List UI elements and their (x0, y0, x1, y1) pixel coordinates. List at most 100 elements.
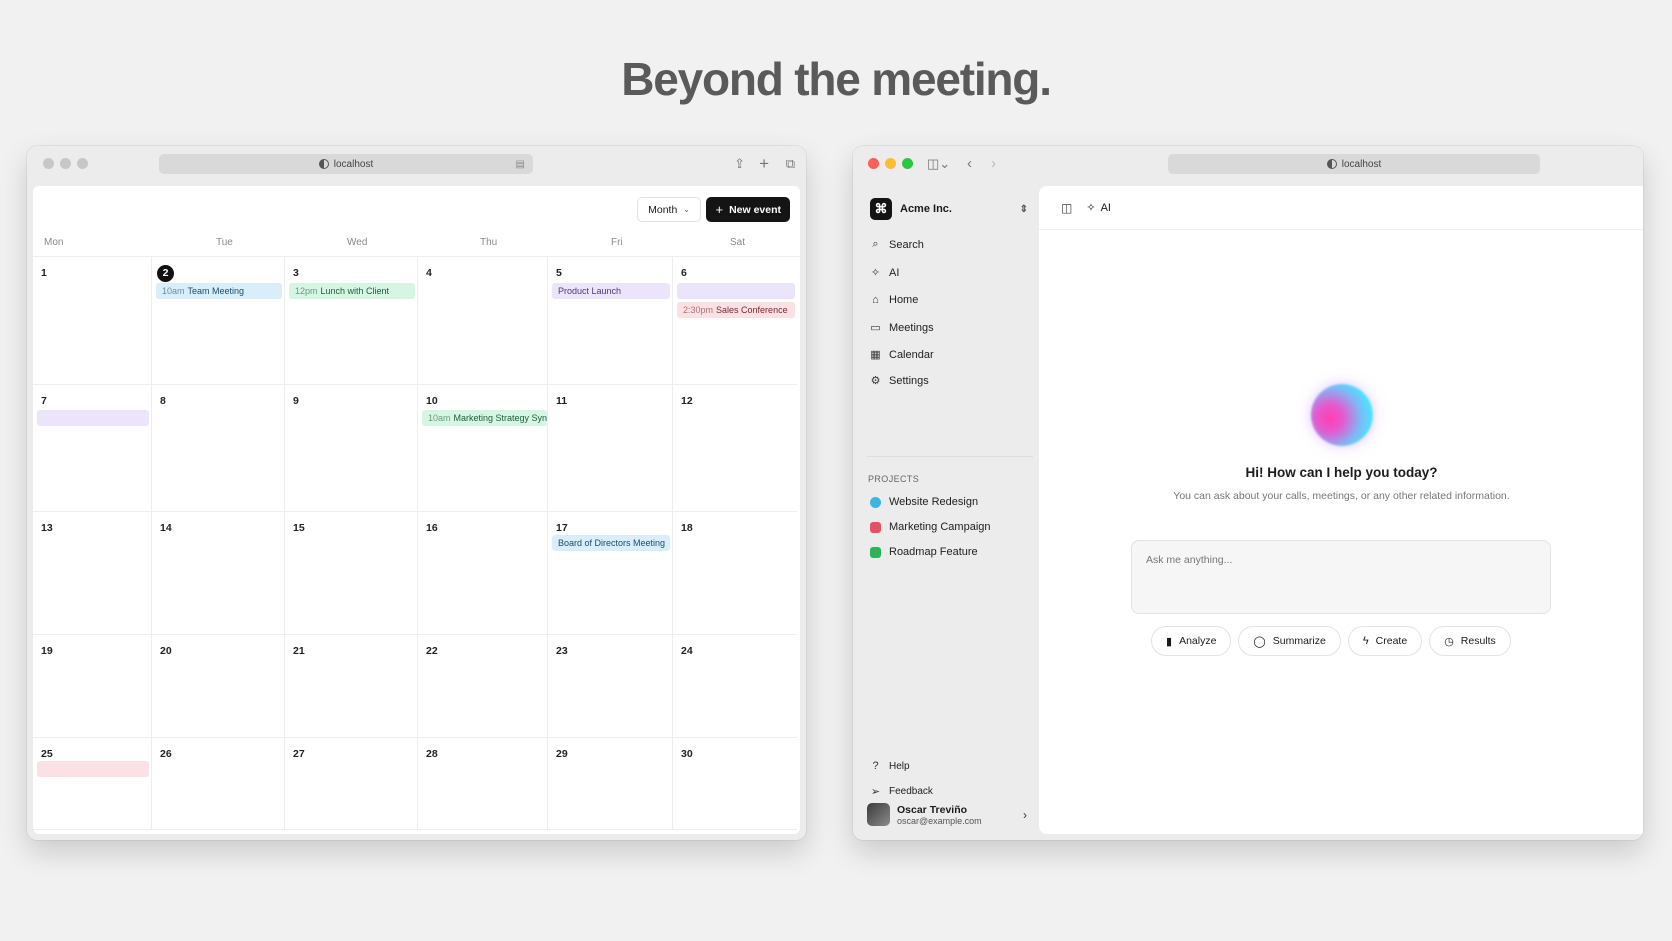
day-number: 5 (556, 267, 562, 279)
project-marketing-campaign[interactable]: Marketing Campaign (870, 521, 991, 533)
address-bar[interactable]: localhost (1168, 154, 1540, 174)
day-cell[interactable]: 3 12pm Lunch with Client (285, 257, 418, 385)
day-number: 7 (41, 395, 47, 407)
nav-label: Calendar (889, 348, 934, 361)
create-button[interactable]: ϟ Create (1347, 626, 1423, 656)
day-cell[interactable]: 11 (548, 385, 673, 512)
org-switcher[interactable]: ⌘ Acme Inc. ⇕ (870, 197, 1028, 221)
project-roadmap-feature[interactable]: Roadmap Feature (870, 546, 978, 558)
minimize-dot[interactable] (885, 158, 896, 169)
nav-item-settings[interactable]: ⚙ Settings (870, 374, 929, 388)
day-cell[interactable]: 21 (285, 635, 418, 738)
address-bar[interactable]: localhost ▤ (159, 154, 533, 174)
day-cell[interactable]: 26 (152, 738, 285, 830)
day-cell[interactable]: 16 (418, 512, 548, 635)
event-chip[interactable]: Product Launch (552, 283, 670, 299)
day-cell[interactable]: 4 (418, 257, 548, 385)
day-number: 10 (426, 395, 438, 407)
day-cell[interactable]: 6 2:30pm Sales Conference (673, 257, 797, 385)
event-title: Product Launch (558, 286, 622, 296)
day-cell[interactable]: 18 (673, 512, 797, 635)
minimize-dot[interactable] (60, 158, 71, 169)
settings-sliders-icon: ⚙ (870, 375, 881, 387)
day-cell[interactable]: 7 (33, 385, 152, 512)
day-cell[interactable]: 19 (33, 635, 152, 738)
day-number: 16 (426, 522, 438, 534)
day-number: 22 (426, 645, 438, 657)
day-cell[interactable]: 9 (285, 385, 418, 512)
zoom-dot[interactable] (77, 158, 88, 169)
nav-item-ai[interactable]: ✧ AI (870, 266, 900, 280)
new-tab-icon[interactable]: + (759, 155, 769, 173)
day-cell[interactable]: 28 (418, 738, 548, 830)
nav-item-help[interactable]: ? Help (870, 760, 909, 772)
new-event-button[interactable]: + New event (706, 197, 790, 222)
day-cell[interactable]: 23 (548, 635, 673, 738)
user-menu[interactable]: Oscar Treviño oscar@example.com › (867, 803, 1027, 826)
month-grid: 1 2 10am Team Meeting 3 12pm Lunch with Cl… (33, 256, 800, 834)
window-controls[interactable] (868, 158, 913, 169)
day-cell[interactable]: 25 (33, 738, 152, 830)
event-chip[interactable]: 10am Team Meeting (156, 283, 282, 299)
project-badge-icon (870, 496, 881, 508)
address-text: localhost (1341, 158, 1382, 170)
close-dot[interactable] (43, 158, 54, 169)
day-cell[interactable]: 8 (152, 385, 285, 512)
day-cell[interactable]: 13 (33, 512, 152, 635)
results-button[interactable]: ◷ Results (1429, 626, 1511, 656)
analyze-button[interactable]: ▮ Analyze (1151, 626, 1232, 656)
event-chip[interactable]: 2:30pm Sales Conference (677, 302, 795, 318)
nav-item-feedback[interactable]: ➢ Feedback (870, 785, 933, 798)
day-number: 27 (293, 748, 305, 760)
tabs-overview-icon[interactable]: ⧉ (786, 155, 795, 173)
event-continuation-bar[interactable] (37, 761, 149, 777)
event-chip[interactable]: 12pm Lunch with Client (289, 283, 415, 299)
day-cell[interactable]: 17 Board of Directors Meeting (548, 512, 673, 635)
day-cell[interactable]: 30 (673, 738, 797, 830)
chip-label: Create (1375, 635, 1408, 647)
nav-label: Feedback (889, 786, 933, 797)
day-cell[interactable]: 29 (548, 738, 673, 830)
weekday-header-wed: Wed (347, 237, 368, 248)
day-cell[interactable]: 15 (285, 512, 418, 635)
event-continuation-bar[interactable] (677, 283, 795, 299)
panel-toggle-icon[interactable]: ◫ (1061, 201, 1072, 215)
day-cell[interactable]: 24 (673, 635, 797, 738)
day-cell-today[interactable]: 2 10am Team Meeting (152, 257, 285, 385)
breadcrumb-label: AI (1100, 201, 1111, 214)
day-cell[interactable]: 14 (152, 512, 285, 635)
event-chip[interactable]: Board of Directors Meeting (552, 535, 670, 551)
event-chip[interactable]: 10am Marketing Strategy Sync (422, 410, 547, 426)
event-continuation-bar[interactable] (37, 410, 149, 426)
day-cell[interactable]: 1 (33, 257, 152, 385)
day-cell[interactable]: 20 (152, 635, 285, 738)
nav-item-calendar[interactable]: ▦ Calendar (870, 348, 934, 362)
sidebar-toggle-icon[interactable]: ◫⌄ (927, 155, 950, 173)
bar-chart-icon: ▮ (1166, 635, 1173, 648)
ask-input[interactable] (1131, 540, 1551, 614)
site-icon (1326, 159, 1337, 169)
zoom-dot[interactable] (902, 158, 913, 169)
day-cell[interactable]: 12 (673, 385, 797, 512)
nav-item-meetings[interactable]: ▭ Meetings (870, 321, 933, 335)
project-label: Marketing Campaign (889, 521, 991, 533)
share-icon[interactable]: ⇪ (734, 155, 745, 173)
ai-orb-graphic (1311, 384, 1373, 446)
day-cell[interactable]: 5 Product Launch (548, 257, 673, 385)
day-cell[interactable]: 10 10am Marketing Strategy Sync (418, 385, 548, 512)
summarize-button[interactable]: ◯ Summarize (1238, 626, 1341, 656)
forward-icon[interactable]: › (991, 155, 996, 173)
reader-icon[interactable]: ▤ (516, 159, 525, 170)
nav-item-home[interactable]: ⌂ Home (870, 294, 918, 306)
day-number: 9 (293, 395, 299, 407)
day-cell[interactable]: 27 (285, 738, 418, 830)
window-controls[interactable] (43, 158, 88, 169)
back-icon[interactable]: ‹ (967, 155, 972, 173)
project-website-redesign[interactable]: Website Redesign (870, 496, 978, 508)
close-dot[interactable] (868, 158, 879, 169)
site-icon (318, 159, 329, 169)
nav-item-search[interactable]: ⌕ Search (870, 238, 923, 251)
page-headline: Beyond the meeting. (621, 53, 1052, 105)
day-cell[interactable]: 22 (418, 635, 548, 738)
month-view-select[interactable]: Month ⌄ (637, 197, 701, 222)
